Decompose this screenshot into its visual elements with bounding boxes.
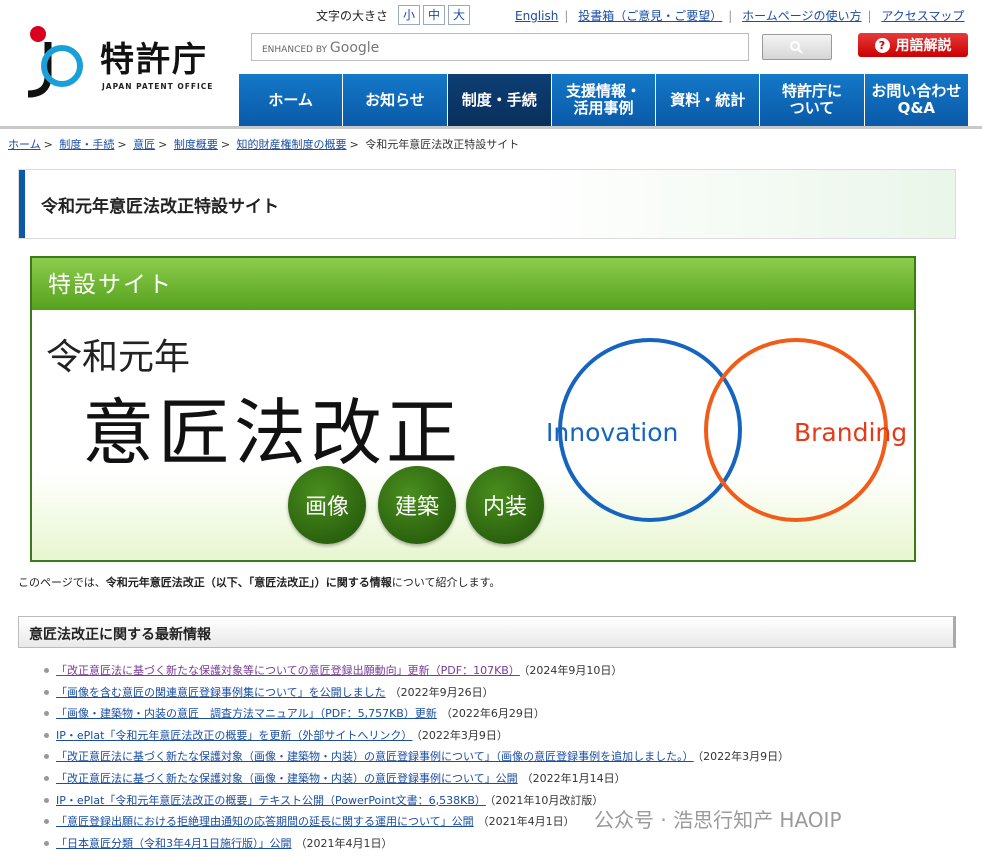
search-input[interactable]: ENHANCED BY Google <box>251 33 749 61</box>
list-item: 「改正意匠法に基づく新たな保護対象（画像・建築物・内装）の意匠登録事例について」… <box>44 748 789 770</box>
page-title: 令和元年意匠法改正特設サイト <box>41 197 279 217</box>
nav-systems[interactable]: 制度・手続 <box>446 74 551 126</box>
search-icon <box>790 41 803 54</box>
pill-architecture: 建築 <box>378 466 456 544</box>
special-site-banner[interactable]: 特設サイト 令和元年 意匠法改正 画像 建築 内装 Innovation Bra… <box>30 256 916 562</box>
logo-text: 特許庁 <box>100 40 208 80</box>
intro-text: このページでは、令和元年意匠法改正（以下、「意匠法改正」）に関する情報について紹… <box>18 576 501 589</box>
search-button[interactable] <box>762 34 832 60</box>
list-item: 「画像・建築物・内装の意匠 調査方法マニュアル」（PDF：5,757KB）更新（… <box>44 705 789 727</box>
glossary-button[interactable]: ? 用語解説 <box>858 33 968 57</box>
nav-support[interactable]: 支援情報・ 活用事例 <box>550 74 656 126</box>
list-item: IP・ePlat「令和元年意匠法改正の概要」を更新（外部サイトへリンク） （202… <box>44 727 789 749</box>
english-link[interactable]: English <box>515 9 558 23</box>
page-title-box: 令和元年意匠法改正特設サイト <box>18 169 956 239</box>
branding-label: Branding <box>794 418 908 447</box>
breadcrumb-home[interactable]: ホーム <box>8 138 41 151</box>
nav-divider <box>0 126 982 129</box>
main-nav: ホーム お知らせ 制度・手続 支援情報・ 活用事例 資料・統計 特許庁に ついて… <box>238 74 968 126</box>
banner-heading: 特設サイト <box>32 258 914 310</box>
list-item: 「日本意匠分類（令和3年4月1日施行版）」公開 （2021年4月1日） <box>44 835 789 856</box>
breadcrumb-overview[interactable]: 制度概要 <box>174 138 218 151</box>
font-size-label: 文字の大きさ <box>316 8 389 23</box>
font-size-control: 文字の大きさ 小 中 大 <box>316 5 471 25</box>
nav-statistics[interactable]: 資料・統計 <box>655 74 760 126</box>
feedback-link[interactable]: 投書箱（ご意見・ご要望） <box>578 9 722 23</box>
access-map-link[interactable]: アクセスマップ <box>881 9 964 23</box>
list-item: 「改正意匠法に基づく新たな保護対象（画像・建築物・内装）の意匠登録事例について」… <box>44 770 789 792</box>
jpo-logo[interactable]: 特許庁 JAPAN PATENT OFFICE <box>14 20 224 100</box>
breadcrumb-ip-overview[interactable]: 知的財産権制度の概要 <box>237 138 347 151</box>
utility-links: English | 投書箱（ご意見・ご要望） | ホームページの使い方 | アクセスマ… <box>515 9 965 23</box>
font-size-small-button[interactable]: 小 <box>398 5 421 25</box>
list-item: 「改正意匠法に基づく新たな保護対象等についての意匠登録出願動向」更新（PDF：1… <box>44 662 789 684</box>
nav-about[interactable]: 特許庁に ついて <box>759 74 864 126</box>
nav-home[interactable]: ホーム <box>238 74 343 126</box>
logo-subtitle: JAPAN PATENT OFFICE <box>102 82 214 91</box>
howto-link[interactable]: ホームページの使い方 <box>742 9 861 23</box>
banner-main-title: 意匠法改正 <box>82 391 463 475</box>
section-title: 意匠法改正に関する最新情報 <box>29 627 211 643</box>
jpo-logo-icon <box>27 26 83 98</box>
font-size-medium-button[interactable]: 中 <box>423 5 446 25</box>
question-icon: ? <box>874 37 890 53</box>
nav-news[interactable]: お知らせ <box>342 74 447 126</box>
nav-contact[interactable]: お問い合わせ Q&A <box>863 74 968 126</box>
list-item: 「画像を含む意匠の関連意匠登録事例集について」を公開しました （2022年9月26… <box>44 684 789 706</box>
breadcrumb-design[interactable]: 意匠 <box>133 138 155 151</box>
glossary-label: 用語解説 <box>895 38 952 54</box>
watermark: 公众号 · 浩思行知产 HAOIP <box>594 808 842 832</box>
pill-image: 画像 <box>288 466 366 544</box>
section-header: 意匠法改正に関する最新情報 <box>18 616 956 648</box>
breadcrumb-systems[interactable]: 制度・手続 <box>59 138 114 151</box>
font-size-large-button[interactable]: 大 <box>448 5 471 25</box>
pill-interior: 内装 <box>466 466 544 544</box>
banner-subtitle: 令和元年 <box>46 337 191 378</box>
breadcrumb-current: 令和元年意匠法改正特設サイト <box>365 138 520 151</box>
innovation-label: Innovation <box>546 418 679 447</box>
breadcrumb: ホーム > 制度・手続 > 意匠 > 制度概要 > 知的財産権制度の概要 > 令和元年意匠… <box>8 138 520 151</box>
search-brand-label: ENHANCED BY Google <box>262 40 380 56</box>
